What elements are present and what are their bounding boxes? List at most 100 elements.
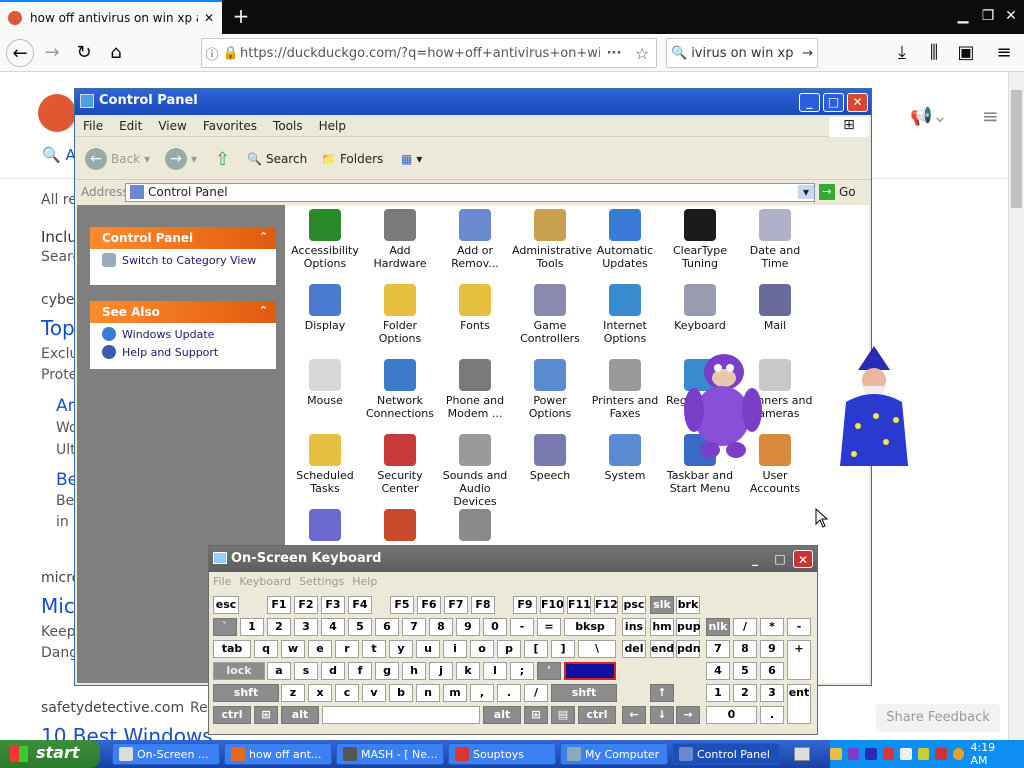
control-panel-item[interactable]: Keyboard [662,284,738,332]
control-panel-item[interactable]: Sounds and Audio Devices [437,434,513,508]
tray-icon[interactable] [882,748,895,760]
menu-file[interactable]: File [75,119,111,133]
control-panel-item[interactable]: Add or Remov... [437,209,513,270]
control-panel-item[interactable]: Security Center [362,434,438,495]
chevron-down-icon[interactable]: ▾ [798,185,814,199]
start-button[interactable]: start [0,740,100,768]
keyboard-key[interactable]: ctrl [213,706,251,724]
keyboard-key[interactable]: h [402,662,426,680]
clock[interactable]: 4:19 AM [970,741,1014,767]
keyboard-key[interactable]: F9 [513,596,537,614]
keyboard-key[interactable]: r [335,640,359,658]
keyboard-key[interactable]: F3 [321,596,345,614]
keyboard-key[interactable]: ← [622,706,646,724]
keyboard-key[interactable]: q [254,640,278,658]
keyboard-key[interactable]: alt [281,706,319,724]
keyboard-key[interactable]: f [348,662,372,680]
control-panel-item[interactable]: Phone and Modem ... [437,359,513,420]
merlin-tray-icon[interactable] [865,748,877,760]
control-panel-item[interactable]: Scheduled Tasks [287,434,363,495]
share-feedback-button[interactable]: Share Feedback [876,704,1000,732]
bonzi-buddy-character[interactable] [682,350,762,460]
keyboard-key[interactable]: 2 [733,684,757,702]
control-panel-item[interactable] [362,509,438,544]
control-panel-item[interactable]: Date and Time [737,209,813,270]
keyboard-key[interactable]: * [760,618,784,636]
keyboard-key[interactable] [322,706,480,724]
close-icon[interactable]: ✕ [847,93,868,112]
keyboard-key[interactable]: ↓ [650,706,674,724]
back-arrow-icon[interactable]: ← [6,39,34,67]
keyboard-key[interactable]: ` [213,618,237,636]
keyboard-key[interactable]: p [497,640,521,658]
library-icon[interactable]: ⫼ [920,39,948,67]
menu-help[interactable]: Help [348,575,381,588]
control-panel-item[interactable] [287,509,363,544]
keyboard-key[interactable]: j [429,662,453,680]
info-icon[interactable]: ⓘ [202,44,222,63]
alert-icon[interactable] [935,748,947,760]
taskbar-keyboard-icon[interactable] [794,747,810,761]
keyboard-key[interactable]: v [362,684,386,702]
keyboard-key[interactable]: 1 [240,618,264,636]
menu-favorites[interactable]: Favorites [195,119,265,133]
keyboard-key[interactable]: F7 [444,596,468,614]
window-titlebar[interactable]: Control Panel _ □ ✕ [75,89,871,115]
keyboard-key[interactable]: i [443,640,467,658]
keyboard-key[interactable]: / [733,618,757,636]
scrollbar-thumb[interactable] [1011,90,1022,208]
menu-edit[interactable]: Edit [111,119,150,133]
keyboard-key[interactable]: x [308,684,332,702]
keyboard-key[interactable]: u [416,640,440,658]
keyboard-key[interactable]: pdn [676,640,701,658]
keyboard-key[interactable]: t [362,640,386,658]
keyboard-key[interactable]: a [267,662,291,680]
search-icon[interactable] [952,748,965,760]
control-panel-item[interactable]: Add Hardware [362,209,438,270]
close-window-icon[interactable]: ✕ [1000,4,1022,28]
keyboard-key[interactable]: F2 [294,596,318,614]
keyboard-key[interactable]: 0 [706,706,757,724]
control-panel-item[interactable]: Printers and Faxes [587,359,663,420]
keyboard-key[interactable]: lock [213,662,265,680]
keyboard-key[interactable]: pup [676,618,701,636]
menu-keyboard[interactable]: Keyboard [235,575,295,588]
keyboard-key[interactable]: → [676,706,700,724]
keyboard-key[interactable]: 9 [760,640,784,658]
views-button[interactable]: ▦ ▾ [401,146,422,172]
menu-tools[interactable]: Tools [265,119,311,133]
maximize-icon[interactable]: □ [823,93,844,112]
keyboard-key[interactable]: tab [213,640,251,658]
tray-icon[interactable] [829,748,842,760]
keyboard-key[interactable]: y [389,640,413,658]
keyboard-key[interactable]: w [281,640,305,658]
keyboard-key[interactable]: ; [510,662,534,680]
task-control-panel[interactable]: Control Panel [672,743,780,765]
keyboard-key[interactable]: m [443,684,467,702]
keyboard-key[interactable]: psc [622,596,646,614]
control-panel-item[interactable]: Mail [737,284,813,332]
keyboard-key[interactable]: 6 [760,662,784,680]
keyboard-key[interactable]: 5 [733,662,757,680]
minimize-icon[interactable]: _ [799,93,820,112]
reload-icon[interactable]: ↻ [70,39,98,67]
security-shield-icon[interactable] [917,748,930,760]
folders-button[interactable]: 📁 Folders [321,146,383,172]
region-filter[interactable]: All re [41,192,77,208]
keyboard-key[interactable]: shft [213,684,279,702]
keyboard-key[interactable]: 3 [760,684,784,702]
keyboard-key[interactable]: g [375,662,399,680]
windows-update-link[interactable]: Windows Update [90,323,276,345]
keyboard-key[interactable]: k [456,662,480,680]
task-my-computer[interactable]: My Computer [560,743,668,765]
keyboard-key[interactable]: ↑ [650,684,674,702]
keyboard-key[interactable]: 1 [706,684,730,702]
pane-header[interactable]: Control Panel ⌃ [90,227,276,249]
page-scrollbar[interactable] [1008,72,1024,740]
task-firefox[interactable]: how off ant... [224,743,332,765]
keyboard-key[interactable]: hm [650,618,674,636]
download-icon[interactable]: ⤓ [888,39,916,67]
keyboard-key[interactable]: end [650,640,674,658]
keyboard-key[interactable]: z [281,684,305,702]
keyboard-key[interactable]: + [787,640,811,680]
